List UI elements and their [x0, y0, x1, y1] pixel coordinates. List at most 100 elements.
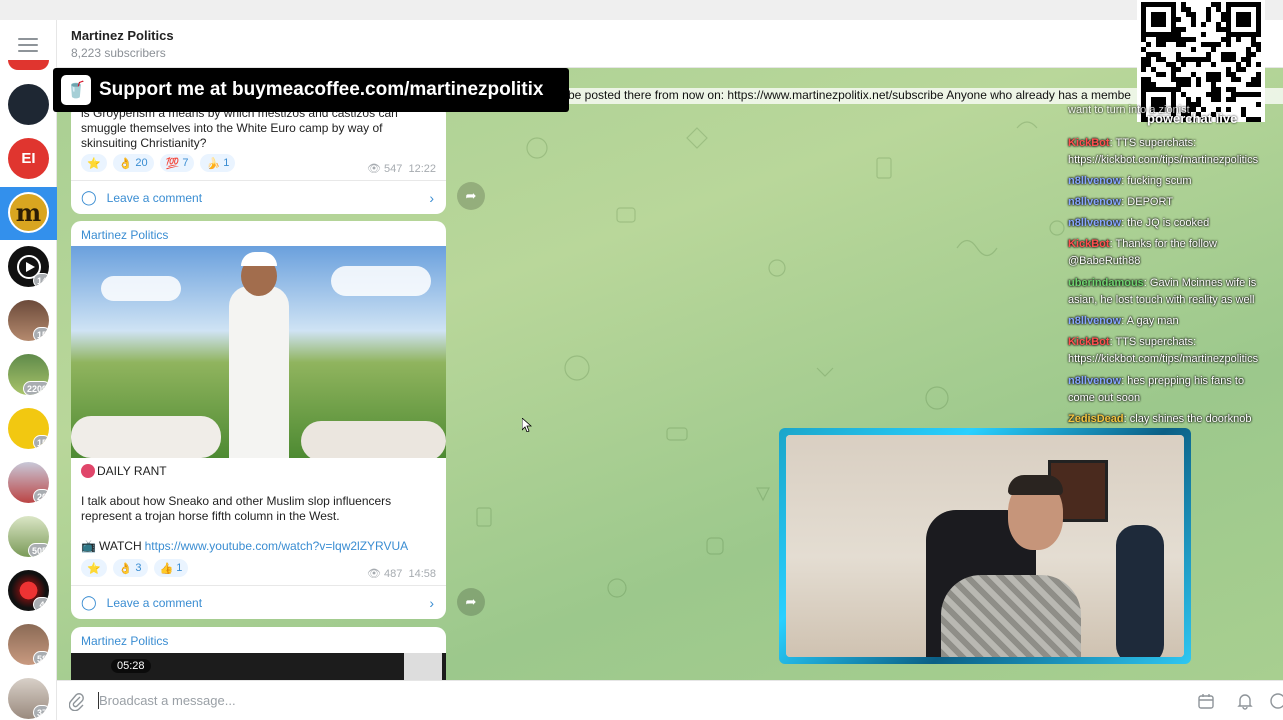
- chat-username: n8llvenow: [1068, 175, 1122, 187]
- broadcast-input[interactable]: Broadcast a message...: [99, 693, 236, 708]
- top-strip: [0, 0, 1283, 20]
- chat-username: n8llvenow: [1068, 217, 1122, 229]
- chat-username: KickBot: [1068, 238, 1110, 250]
- chat-avatar-person-4[interactable]: 37: [8, 678, 49, 719]
- stream-chat-message: n8llvenow: DEPORT: [1068, 194, 1283, 211]
- leave-comment-button[interactable]: ◯ Leave a comment ›: [71, 180, 446, 214]
- chat-text: https://kickbot.com/tips/martinezpolitic…: [1068, 154, 1259, 166]
- goats: [71, 416, 221, 458]
- webcam-feed: [786, 435, 1184, 657]
- sender-name: Martinez Politics: [81, 228, 169, 242]
- chat-text: : the JQ is cooked: [1121, 217, 1210, 229]
- unread-badge: 2209: [22, 381, 49, 395]
- reaction-100[interactable]: 💯 7: [159, 154, 195, 172]
- chat-avatar-play[interactable]: 14: [8, 246, 49, 287]
- chat-avatar-el[interactable]: EI: [8, 138, 49, 179]
- chat-text: asian, he lost touch with reality as wel…: [1068, 294, 1255, 306]
- message-bubble-2[interactable]: Martinez Politics DAILY RANT I talk abou…: [71, 221, 446, 619]
- chat-text: : DEPORT: [1121, 196, 1173, 208]
- stream-chat-overlay: want to turn into a zionist KickBot: TTS…: [1062, 100, 1283, 430]
- chat-text: : TTS superchats:: [1109, 336, 1197, 348]
- sender-name: Martinez Politics: [81, 634, 169, 648]
- chat-avatar-person-2[interactable]: 20: [8, 462, 49, 503]
- chat-avatar-wolverine[interactable]: 15: [8, 408, 49, 449]
- unread-badge: 14: [32, 273, 49, 287]
- chat-text: : fucking scum: [1121, 175, 1192, 187]
- post-text: I talk about how Sneako and other Muslim…: [81, 494, 392, 523]
- unread-badge: 20: [32, 489, 49, 503]
- stream-chat-message: uberindamous: Gavin Mcinnes wife is: [1068, 275, 1283, 292]
- chat-username: n8llvenow: [1068, 196, 1122, 208]
- stream-chat-message: asian, he lost touch with reality as wel…: [1068, 292, 1283, 309]
- leave-comment-button[interactable]: ◯ Leave a comment ›: [71, 585, 446, 619]
- unread-badge: 15: [32, 327, 49, 341]
- chat-text: : hes prepping his fans to: [1121, 375, 1245, 387]
- chat-avatar-partial[interactable]: [8, 60, 49, 70]
- chat-text: @BabeRuth88: [1068, 255, 1141, 267]
- comment-icon: ◯: [81, 189, 97, 205]
- stream-chat-message: KickBot: TTS superchats:: [1068, 135, 1283, 152]
- emoji-icon[interactable]: [1269, 692, 1283, 710]
- reaction-ok[interactable]: 👌 3: [112, 559, 148, 577]
- chat-avatar-martinez-politics[interactable]: m: [8, 192, 49, 233]
- buymeacoffee-banner: 🥤 Support me at buymeacoffee.com/martine…: [53, 68, 569, 112]
- chat-avatar-red[interactable]: 4: [8, 570, 49, 611]
- rant-icon: [81, 464, 95, 478]
- tv-icon: 📺: [81, 539, 96, 553]
- webcam-frame: [779, 428, 1191, 664]
- chat-avatar-landscape[interactable]: 505: [8, 516, 49, 557]
- chat-username: n8llvenow: [1068, 375, 1122, 387]
- chevron-right-icon: ›: [429, 189, 434, 206]
- chat-avatar-money[interactable]: 2209: [8, 354, 49, 395]
- chat-avatar-person-3[interactable]: 58: [8, 624, 49, 665]
- coffee-cup-icon: 🥤: [61, 75, 91, 105]
- chat-text: https://kickbot.com/tips/martinezpolitic…: [1068, 353, 1259, 365]
- stream-chat-message: https://kickbot.com/tips/martinezpolitic…: [1068, 152, 1283, 169]
- chat-username: KickBot: [1068, 137, 1110, 149]
- chat-text: : TTS superchats:: [1109, 137, 1197, 149]
- stream-chat-message: https://kickbot.com/tips/martinezpolitic…: [1068, 351, 1283, 368]
- forward-icon[interactable]: ➦: [457, 588, 485, 616]
- youtube-link[interactable]: https://www.youtube.com/watch?v=lqw2lZYR…: [145, 539, 409, 553]
- chat-text: : A gay man: [1121, 315, 1179, 327]
- chat-text: : Thanks for the follow: [1109, 238, 1217, 250]
- reaction-thumbs-up[interactable]: 👍 1: [153, 559, 189, 577]
- hamburger-menu-icon[interactable]: [18, 38, 38, 52]
- reaction-banana[interactable]: 🍌 1: [200, 154, 236, 172]
- stream-chat-message: KickBot: Thanks for the follow: [1068, 236, 1283, 253]
- message-bubble-3[interactable]: Martinez Politics 05:28: [71, 627, 446, 680]
- stream-chat-message: n8llvenow: fucking scum: [1068, 173, 1283, 190]
- reaction-star[interactable]: ⭐: [81, 154, 107, 172]
- reaction-ok[interactable]: 👌 20: [112, 154, 154, 172]
- forward-icon[interactable]: ➦: [457, 182, 485, 210]
- subscriber-count: 8,223 subscribers: [71, 46, 166, 60]
- channel-header[interactable]: Martinez Politics 8,223 subscribers: [57, 20, 1283, 68]
- video-duration: 05:28: [111, 659, 151, 673]
- calendar-icon[interactable]: [1197, 692, 1215, 710]
- unread-badge: 505: [27, 543, 49, 557]
- chat-avatar-dark[interactable]: [8, 84, 49, 125]
- eye-icon: 👁: [366, 163, 381, 175]
- eye-icon: 👁: [366, 568, 381, 580]
- bell-icon[interactable]: [1236, 692, 1254, 710]
- watch-line: 📺 WATCH https://www.youtube.com/watch?v=…: [81, 539, 409, 553]
- paperclip-icon[interactable]: [69, 693, 85, 711]
- message-bubble-1[interactable]: is Groyperism a means by which mestizos …: [71, 104, 446, 214]
- reactions-row: ⭐ 👌 3 👍 1: [71, 559, 198, 577]
- stream-chat-message: n8llvenow: A gay man: [1068, 313, 1283, 330]
- qr-thumbnail: [404, 653, 442, 680]
- stream-chat-message: n8llvenow: hes prepping his fans to: [1068, 373, 1283, 390]
- reaction-star[interactable]: ⭐: [81, 559, 107, 577]
- video-thumbnail[interactable]: 05:28: [71, 653, 446, 680]
- person-sweater: [941, 575, 1081, 657]
- post-image[interactable]: [71, 246, 446, 458]
- post-meta: 👁 487 14:58: [366, 568, 436, 580]
- post-meta: 👁 547 12:22: [366, 163, 436, 175]
- comment-icon: ◯: [81, 594, 97, 610]
- chat-text: : Gavin Mcinnes wife is: [1143, 277, 1257, 289]
- chat-avatar-person-1[interactable]: 15: [8, 300, 49, 341]
- chat-text: come out soon: [1068, 392, 1141, 404]
- chat-username: KickBot: [1068, 336, 1110, 348]
- chevron-right-icon: ›: [429, 594, 434, 611]
- chat-username: ZedisDead: [1068, 413, 1124, 425]
